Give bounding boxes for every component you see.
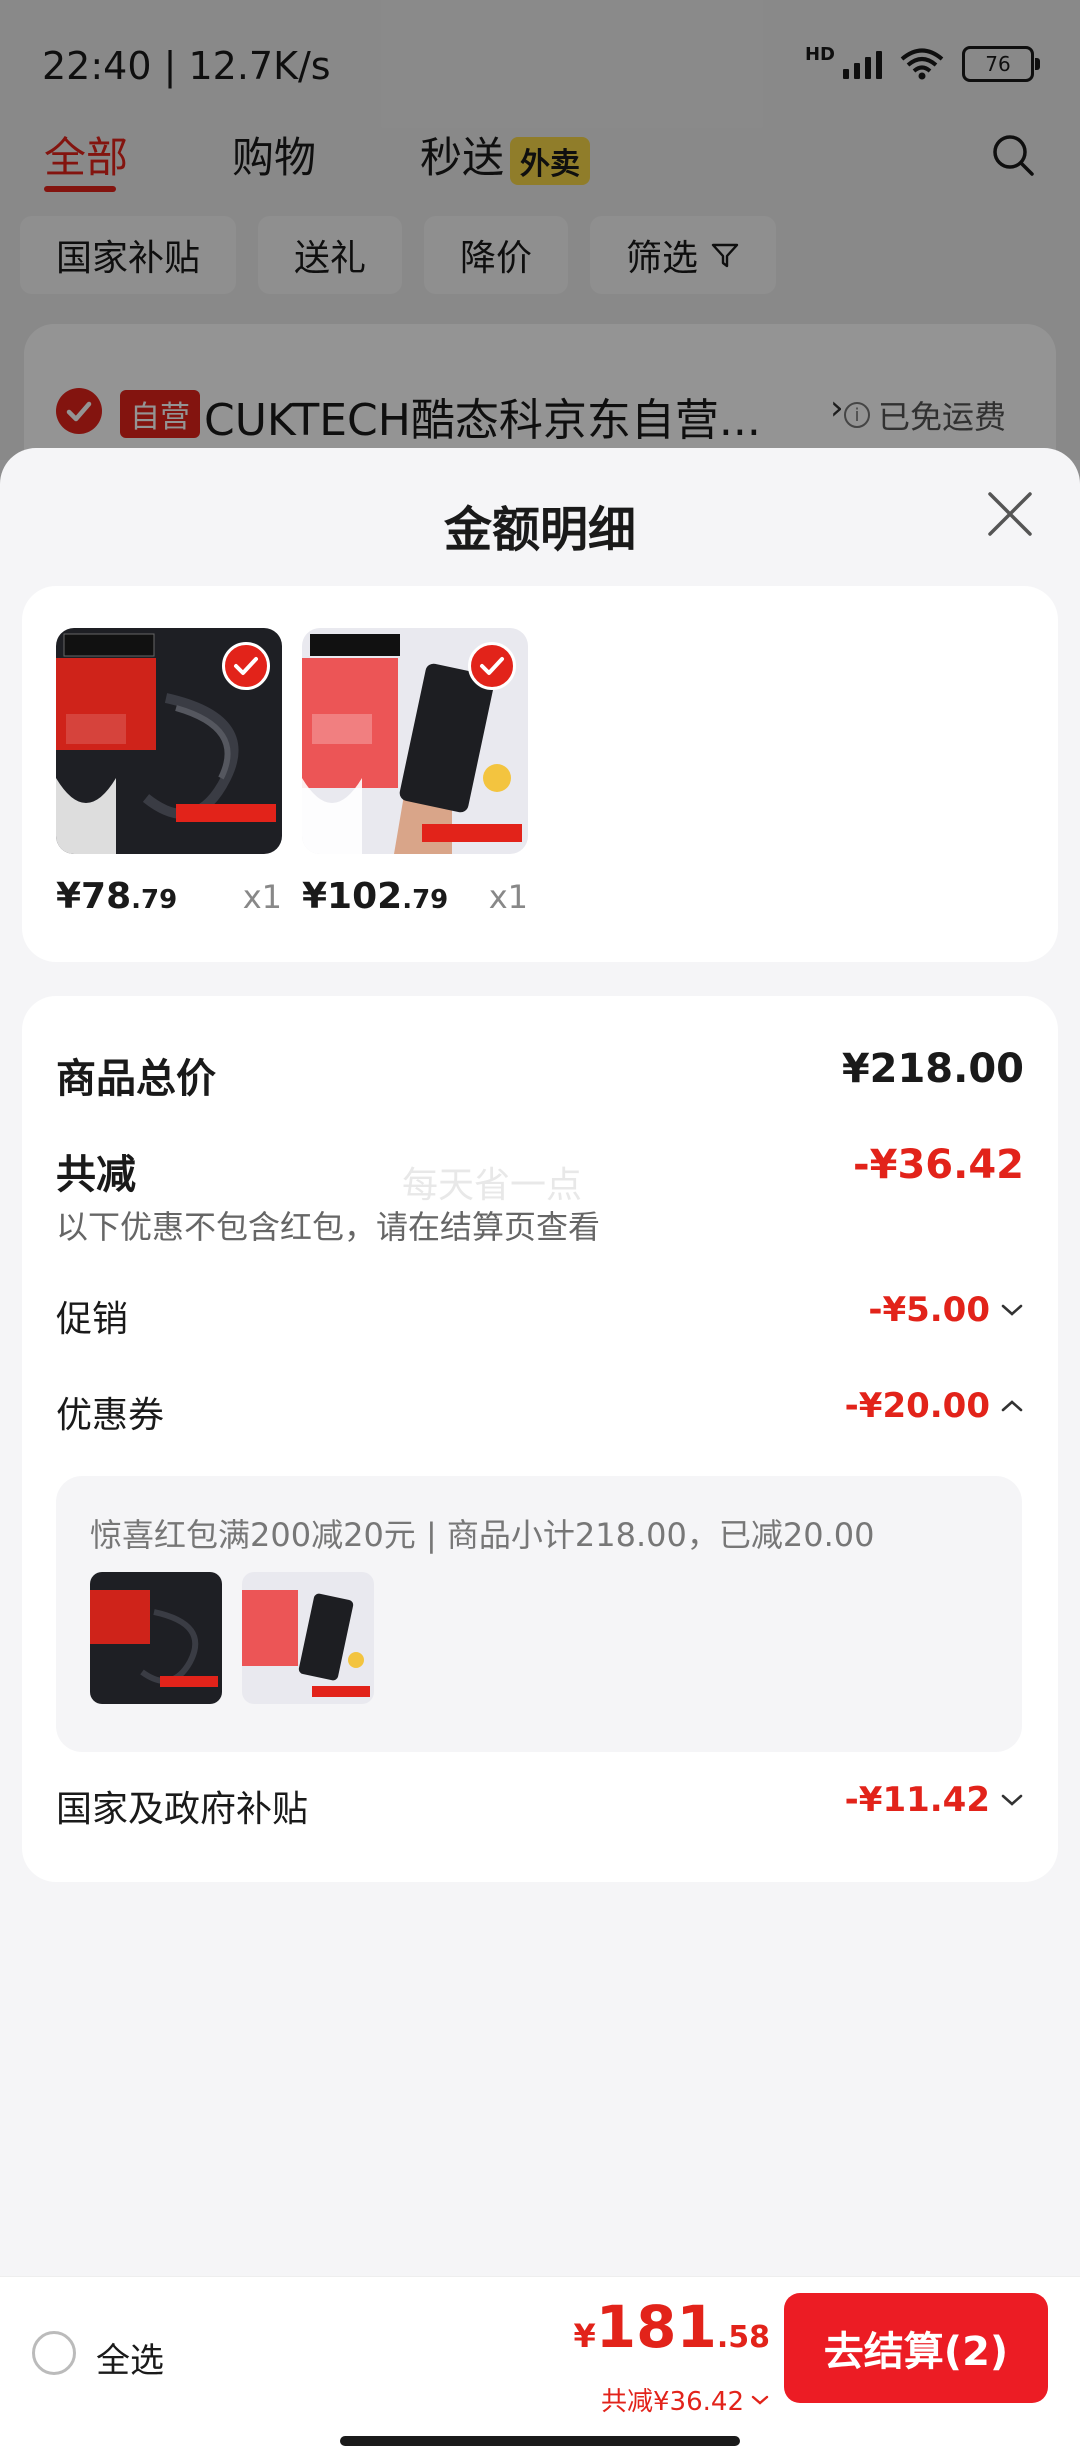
promotion-row[interactable]: 促销 -¥5.00: [56, 1290, 1024, 1340]
amount-detail-sheet: 金额明细 ¥78.79 x1 ¥102.79 x1 商品总价 ¥218.00 共…: [0, 448, 1080, 2460]
product-qty: x1: [488, 878, 528, 916]
subsidy-row[interactable]: 国家及政府补贴 -¥11.42: [56, 1780, 1024, 1830]
reduction-value: -¥36.42: [853, 1142, 1024, 1188]
price-yen: ¥: [573, 2317, 596, 2355]
product-image-cable: [56, 628, 282, 854]
close-icon[interactable]: [984, 488, 1036, 540]
product-check-icon[interactable]: [222, 642, 270, 690]
coupon-thumb-powerbank: [242, 1572, 374, 1704]
promotion-value: -¥5.00: [868, 1290, 990, 1330]
product-price-int: ¥78: [56, 876, 132, 917]
product-price: ¥78.79: [56, 876, 177, 917]
product-item[interactable]: ¥102.79 x1: [302, 628, 528, 917]
price-dec: .58: [716, 2320, 770, 2355]
total-row: 商品总价 ¥218.00: [56, 1046, 1024, 1102]
product-check-icon[interactable]: [468, 642, 516, 690]
coupon-thumb-cable: [90, 1572, 222, 1704]
coupon-label: 优惠券: [56, 1395, 165, 1436]
reduction-label: 共减: [56, 1152, 136, 1198]
total-saved[interactable]: 共减¥36.42: [601, 2381, 770, 2418]
chevron-down-icon: [751, 2395, 769, 2405]
coupon-detail-text: 惊喜红包满200减20元 | 商品小计218.00，已减20.00: [90, 1516, 875, 1554]
product-price-dec: .79: [402, 885, 449, 915]
product-item[interactable]: ¥78.79 x1: [56, 628, 282, 917]
product-price: ¥102.79: [302, 876, 448, 917]
total-value: ¥218.00: [841, 1046, 1024, 1092]
promotion-label: 促销: [56, 1299, 129, 1340]
sheet-title: 金额明细: [443, 502, 636, 558]
total-label: 商品总价: [56, 1056, 216, 1102]
total-saved-label: 共减¥36.42: [601, 2387, 744, 2417]
promotion-value-wrap: -¥5.00: [868, 1290, 1024, 1330]
product-qty: x1: [242, 878, 282, 916]
checkout-button[interactable]: 去结算(2): [784, 2293, 1048, 2403]
product-image-powerbank: [302, 628, 528, 854]
chevron-down-icon: [1001, 1304, 1023, 1316]
checkout-bar: 全选 ¥181.58 共减¥36.42 去结算(2): [0, 2276, 1080, 2461]
subsidy-label: 国家及政府补贴: [56, 1789, 309, 1830]
subsidy-value: -¥11.42: [844, 1780, 990, 1820]
subsidy-value-wrap: -¥11.42: [845, 1780, 1024, 1820]
products-card: ¥78.79 x1 ¥102.79 x1: [22, 586, 1058, 962]
select-all-radio[interactable]: [32, 2331, 76, 2375]
coupon-row[interactable]: 优惠券 -¥20.00: [56, 1386, 1024, 1436]
total-price: ¥181.58: [574, 2293, 771, 2361]
coupon-value: -¥20.00: [844, 1386, 990, 1426]
chevron-down-icon: [1001, 1794, 1023, 1806]
select-all-label[interactable]: 全选: [96, 2333, 164, 2382]
coupon-detail-box: 惊喜红包满200减20元 | 商品小计218.00，已减20.00: [56, 1476, 1022, 1752]
coupon-value-wrap: -¥20.00: [845, 1386, 1024, 1426]
price-int: 181: [595, 2293, 717, 2361]
product-price-int: ¥102: [302, 876, 403, 917]
home-indicator[interactable]: [340, 2436, 740, 2446]
price-detail-card: 商品总价 ¥218.00 共减 -¥36.42 每天省一点 以下优惠不包含红包，…: [22, 996, 1058, 1882]
watermark: 每天省一点: [402, 1165, 583, 1206]
chevron-up-icon: [1001, 1400, 1023, 1412]
product-price-dec: .79: [131, 885, 178, 915]
reduction-note: 以下优惠不包含红包，请在结算页查看: [56, 1208, 601, 1246]
